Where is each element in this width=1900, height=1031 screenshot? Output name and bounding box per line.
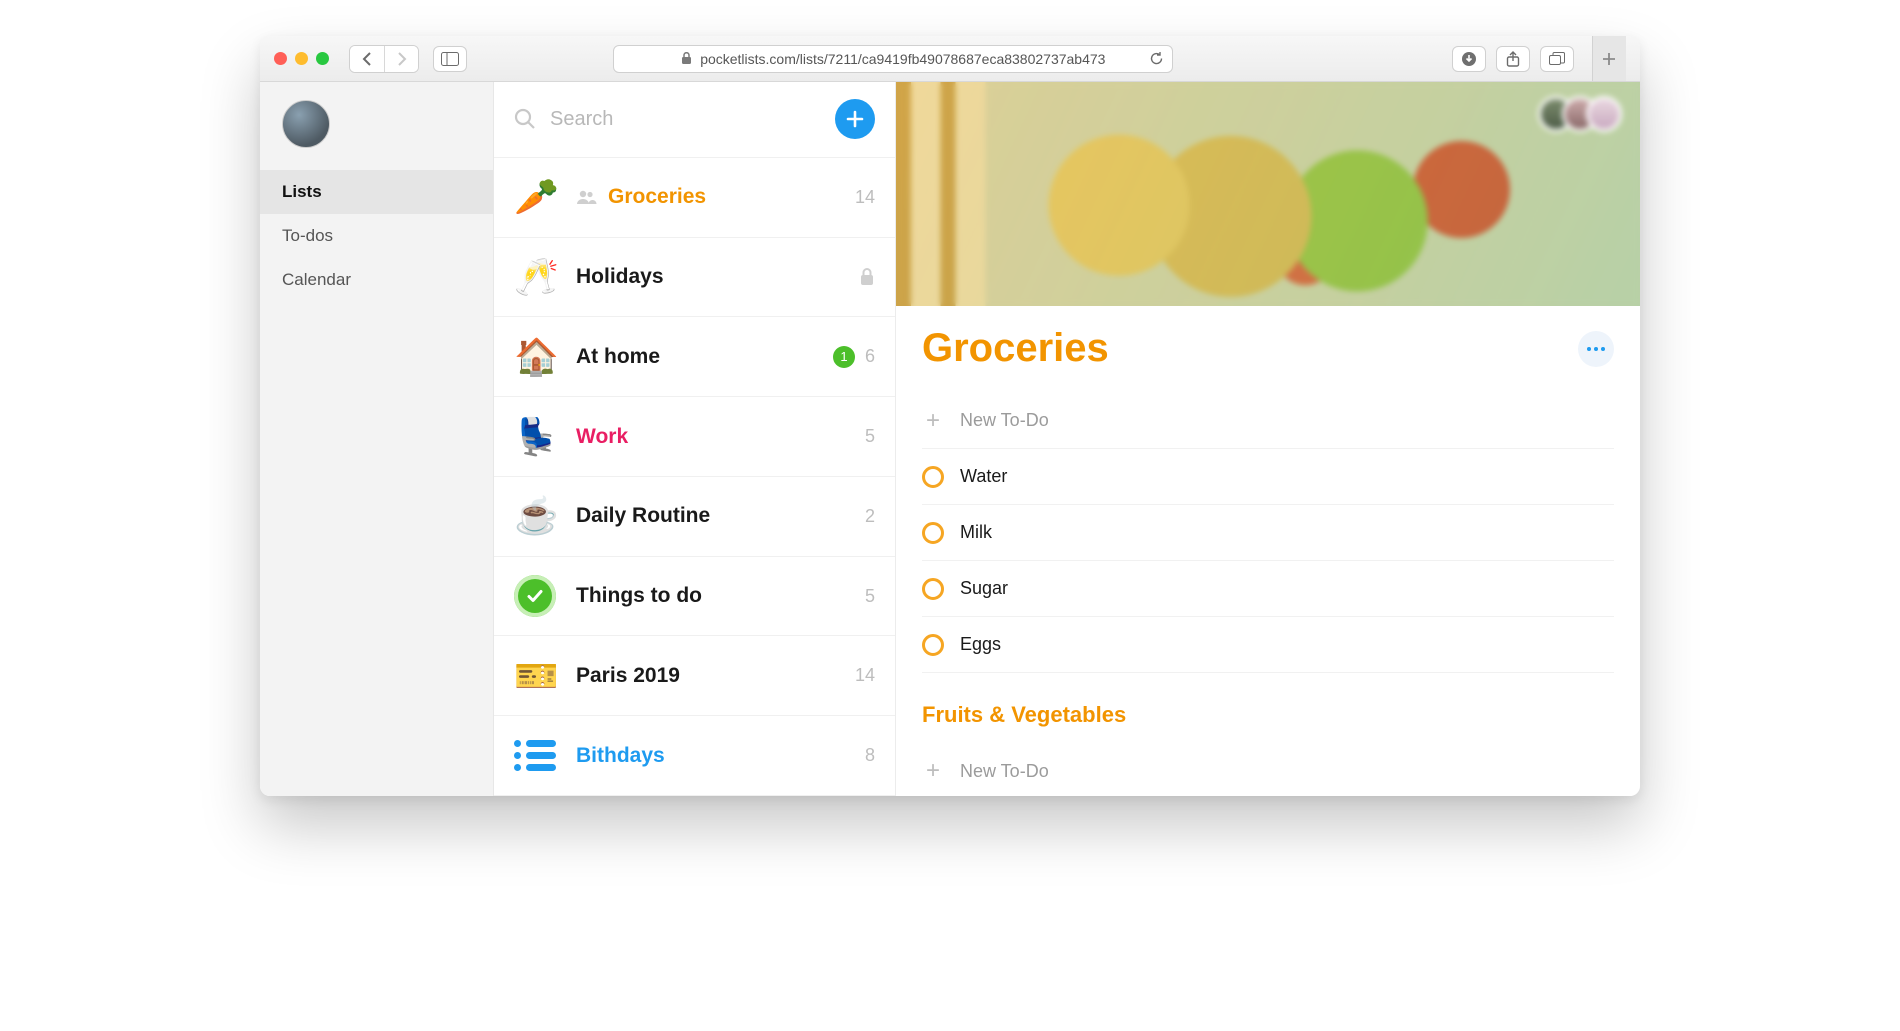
todo-text: Water — [960, 466, 1007, 487]
list-meta: 1 6 — [833, 346, 875, 368]
search-icon — [514, 108, 536, 130]
nav-item-calendar[interactable]: Calendar — [260, 258, 493, 302]
todo-text: Milk — [960, 522, 992, 543]
address-url: pocketlists.com/lists/7211/ca9419fb49078… — [700, 51, 1105, 67]
list-name: Holidays — [576, 265, 664, 289]
new-todo-placeholder: New To-Do — [960, 410, 1049, 431]
reload-icon[interactable] — [1149, 51, 1164, 66]
list-count: 8 — [865, 745, 875, 766]
list-row-things-to-do[interactable]: Things to do 5 — [494, 557, 895, 637]
new-todo-input[interactable]: + New To-Do — [922, 393, 1614, 449]
list-count: 6 — [865, 346, 875, 367]
todo-item[interactable]: Water — [922, 449, 1614, 505]
todo-checkbox[interactable] — [922, 634, 944, 656]
lists-panel: 🥕 Groceries 14 🥂 Holidays 🏠 At home — [494, 82, 896, 796]
todo-checkbox[interactable] — [922, 522, 944, 544]
zoom-window-button[interactable] — [316, 52, 329, 65]
collaborator-avatar[interactable] — [1586, 96, 1622, 132]
list-name: Daily Routine — [576, 504, 710, 528]
list-row-groceries[interactable]: 🥕 Groceries 14 — [494, 158, 895, 238]
ticket-icon: 🎫 — [514, 655, 558, 697]
list-row-work[interactable]: 💺 Work 5 — [494, 397, 895, 477]
lock-icon — [859, 267, 875, 287]
chair-icon: 💺 — [514, 416, 558, 458]
close-window-button[interactable] — [274, 52, 287, 65]
tabs-button[interactable] — [1540, 46, 1574, 72]
back-button[interactable] — [350, 46, 384, 72]
address-bar[interactable]: pocketlists.com/lists/7211/ca9419fb49078… — [613, 45, 1173, 73]
list-row-daily-routine[interactable]: ☕ Daily Routine 2 — [494, 477, 895, 557]
list-count: 2 — [865, 506, 875, 527]
section-heading: Fruits & Vegetables — [922, 687, 1614, 743]
user-avatar[interactable] — [282, 100, 330, 148]
list-name: Bithdays — [576, 744, 665, 768]
list-count: 5 — [865, 586, 875, 607]
glasses-icon: 🥂 — [514, 256, 558, 298]
search-input[interactable] — [550, 108, 821, 131]
browser-window: pocketlists.com/lists/7211/ca9419fb49078… — [260, 36, 1640, 796]
list-row-paris-2019[interactable]: 🎫 Paris 2019 14 — [494, 636, 895, 716]
list-name: Groceries — [608, 185, 706, 209]
mug-icon: ☕ — [514, 495, 558, 537]
todo-item[interactable]: Eggs — [922, 617, 1614, 673]
todo-item[interactable]: Sugar — [922, 561, 1614, 617]
todo-checkbox[interactable] — [922, 578, 944, 600]
detail-panel: Groceries + New To-Do Water Milk — [896, 82, 1640, 796]
app-root: Lists To-dos Calendar 🥕 — [260, 82, 1640, 796]
list-row-birthdays[interactable]: Bithdays 8 — [494, 716, 895, 796]
list-name: Work — [576, 425, 628, 449]
unread-badge: 1 — [833, 346, 855, 368]
section-title: Fruits & Vegetables — [922, 702, 1126, 728]
collaborator-avatar[interactable] — [1538, 96, 1574, 132]
shared-icon — [576, 189, 598, 205]
list-icon — [514, 740, 558, 771]
sidebar-toggle-button[interactable] — [433, 46, 467, 72]
plus-icon: + — [922, 757, 944, 785]
collaborator-avatar[interactable] — [1562, 96, 1598, 132]
share-button[interactable] — [1496, 46, 1530, 72]
list-count: 5 — [865, 426, 875, 447]
carrot-icon: 🥕 — [514, 176, 558, 218]
minimize-window-button[interactable] — [295, 52, 308, 65]
list-title: Groceries — [922, 326, 1109, 371]
more-options-button[interactable] — [1578, 331, 1614, 367]
window-controls — [274, 52, 329, 65]
list-count: 14 — [855, 187, 875, 208]
primary-sidebar: Lists To-dos Calendar — [260, 82, 494, 796]
nav-buttons — [349, 45, 419, 73]
toolbar-right — [1452, 46, 1574, 72]
list-name: At home — [576, 345, 660, 369]
new-todo-placeholder: New To-Do — [960, 761, 1049, 782]
list-name: Things to do — [576, 584, 702, 608]
new-todo-input[interactable]: + New To-Do — [922, 743, 1614, 796]
todo-item[interactable]: Milk — [922, 505, 1614, 561]
list-row-at-home[interactable]: 🏠 At home 1 6 — [494, 317, 895, 397]
search-row — [494, 82, 895, 158]
todo-checkbox[interactable] — [922, 466, 944, 488]
todo-text: Sugar — [960, 578, 1008, 599]
todo-text: Eggs — [960, 634, 1001, 655]
browser-toolbar: pocketlists.com/lists/7211/ca9419fb49078… — [260, 36, 1640, 82]
lock-icon — [681, 52, 692, 65]
forward-button[interactable] — [384, 46, 418, 72]
list-row-holidays[interactable]: 🥂 Holidays — [494, 238, 895, 318]
list-count: 14 — [855, 665, 875, 686]
list-name: Paris 2019 — [576, 664, 680, 688]
new-list-button[interactable] — [835, 99, 875, 139]
downloads-button[interactable] — [1452, 46, 1486, 72]
collaborators[interactable] — [1550, 96, 1622, 132]
plus-icon: + — [922, 407, 944, 435]
check-icon — [514, 575, 558, 617]
nav-item-todos[interactable]: To-dos — [260, 214, 493, 258]
list-hero-image — [896, 82, 1640, 306]
nav-item-lists[interactable]: Lists — [260, 170, 493, 214]
new-tab-button[interactable] — [1592, 36, 1626, 81]
detail-title-row: Groceries — [922, 326, 1614, 371]
house-icon: 🏠 — [514, 336, 558, 378]
